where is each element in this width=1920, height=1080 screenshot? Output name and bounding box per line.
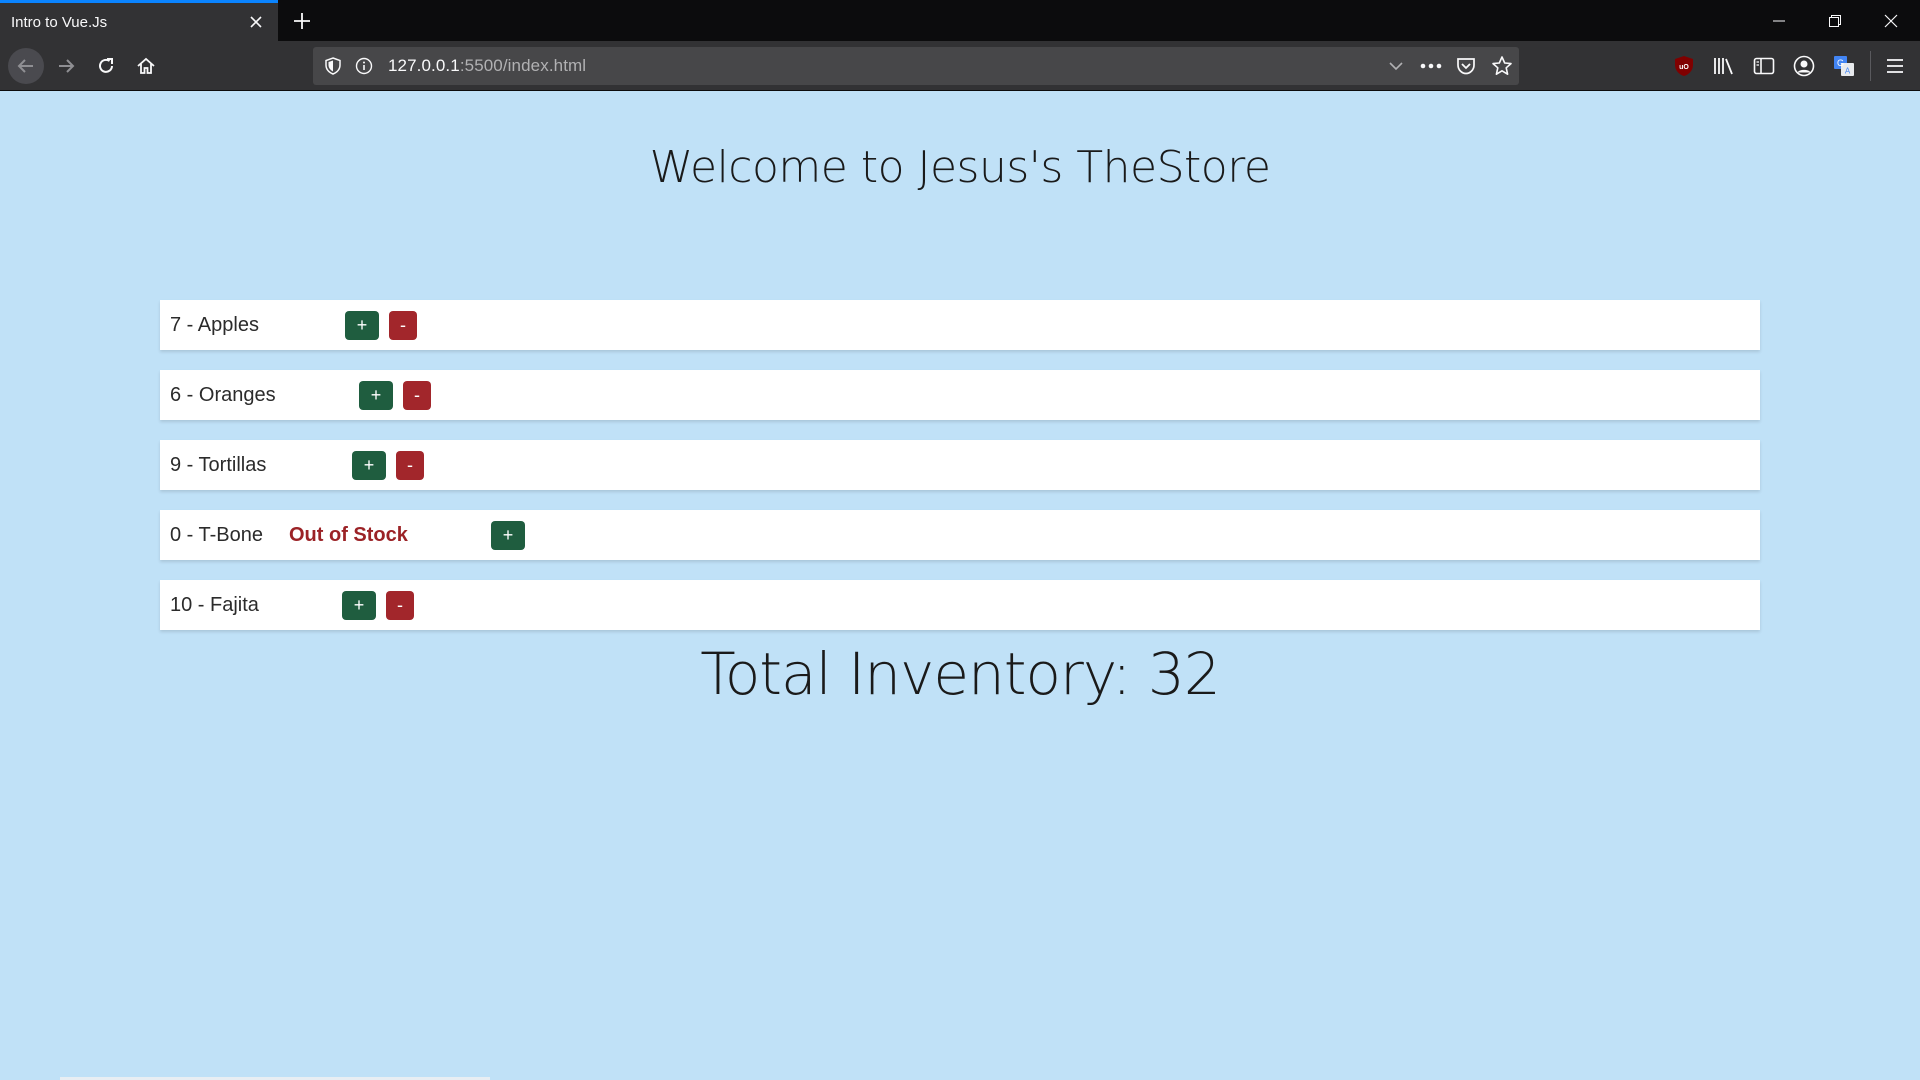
decrement-fajita-button[interactable]: - — [386, 591, 414, 620]
page-heading: Welcome to Jesus's TheStore — [649, 142, 1271, 193]
increment-apples-button[interactable]: + — [345, 311, 379, 340]
close-window-icon[interactable] — [1863, 0, 1919, 41]
svg-text:A: A — [1845, 67, 1851, 76]
tab-title: Intro to Vue.Js — [11, 13, 108, 31]
increment-oranges-button[interactable]: + — [359, 381, 393, 410]
list-item-oranges: 6 - Oranges + - — [160, 370, 1760, 420]
decrement-tortillas-button[interactable]: - — [396, 451, 424, 480]
increment-tortillas-button[interactable]: + — [352, 451, 386, 480]
list-item-t-bone: 0 - T-Bone Out of Stock + — [160, 510, 1760, 560]
url-bar[interactable]: 127.0.0.1:5500/index.html — [313, 47, 1519, 85]
new-tab-icon[interactable] — [286, 5, 318, 37]
home-icon[interactable] — [128, 48, 164, 84]
ublock-icon[interactable]: uO — [1671, 53, 1697, 79]
info-icon[interactable] — [352, 54, 376, 78]
translate-icon[interactable]: GA — [1831, 53, 1857, 79]
item-label: 9 - Tortillas — [170, 454, 267, 476]
item-label: 0 - T-Bone — [170, 524, 264, 546]
star-icon[interactable] — [1490, 54, 1514, 78]
increment-fajita-button[interactable]: + — [342, 591, 376, 620]
url-text[interactable]: 127.0.0.1:5500/index.html — [388, 47, 586, 85]
library-icon[interactable] — [1711, 53, 1737, 79]
url-host: 127.0.0.1 — [388, 56, 460, 75]
out-of-stock-label: Out of Stock — [289, 524, 408, 546]
forward-icon[interactable] — [48, 48, 84, 84]
item-label: 6 - Oranges — [170, 384, 276, 406]
decrement-apples-button[interactable]: - — [389, 311, 417, 340]
more-icon[interactable] — [1419, 54, 1443, 78]
active-tab[interactable]: Intro to Vue.Js — [0, 0, 278, 41]
increment-t-bone-button[interactable]: + — [491, 521, 525, 550]
list-item-fajita: 10 - Fajita + - — [160, 580, 1760, 630]
navigation-toolbar: 127.0.0.1:5500/index.html uO GA — [0, 41, 1920, 91]
toolbar-divider — [1870, 51, 1871, 81]
list-item-apples: 7 - Apples + - — [160, 300, 1760, 350]
close-tab-icon[interactable] — [240, 6, 272, 38]
menu-icon[interactable] — [1882, 53, 1908, 79]
pocket-icon[interactable] — [1454, 54, 1478, 78]
back-icon[interactable] — [8, 48, 44, 84]
restore-icon[interactable] — [1807, 0, 1863, 41]
list-item-tortillas: 9 - Tortillas + - — [160, 440, 1760, 490]
inventory-list: 7 - Apples + - 6 - Oranges + - 9 - Torti… — [160, 300, 1760, 650]
item-label: 10 - Fajita — [170, 594, 259, 616]
svg-text:uO: uO — [1679, 64, 1689, 71]
sidebar-icon[interactable] — [1751, 53, 1777, 79]
reload-icon[interactable] — [88, 48, 124, 84]
shield-icon[interactable] — [321, 54, 345, 78]
url-path: :5500/index.html — [459, 56, 587, 75]
svg-text:G: G — [1837, 58, 1844, 68]
tab-strip: Intro to Vue.Js — [0, 0, 1920, 41]
decrement-oranges-button[interactable]: - — [403, 381, 431, 410]
account-icon[interactable] — [1791, 53, 1817, 79]
item-label: 7 - Apples — [170, 314, 259, 336]
page-content: Welcome to Jesus's TheStore 7 - Apples +… — [0, 92, 1920, 1080]
dropdown-icon[interactable] — [1384, 54, 1408, 78]
minimize-icon[interactable] — [1751, 0, 1807, 41]
total-inventory: Total Inventory: 32 — [700, 640, 1220, 708]
